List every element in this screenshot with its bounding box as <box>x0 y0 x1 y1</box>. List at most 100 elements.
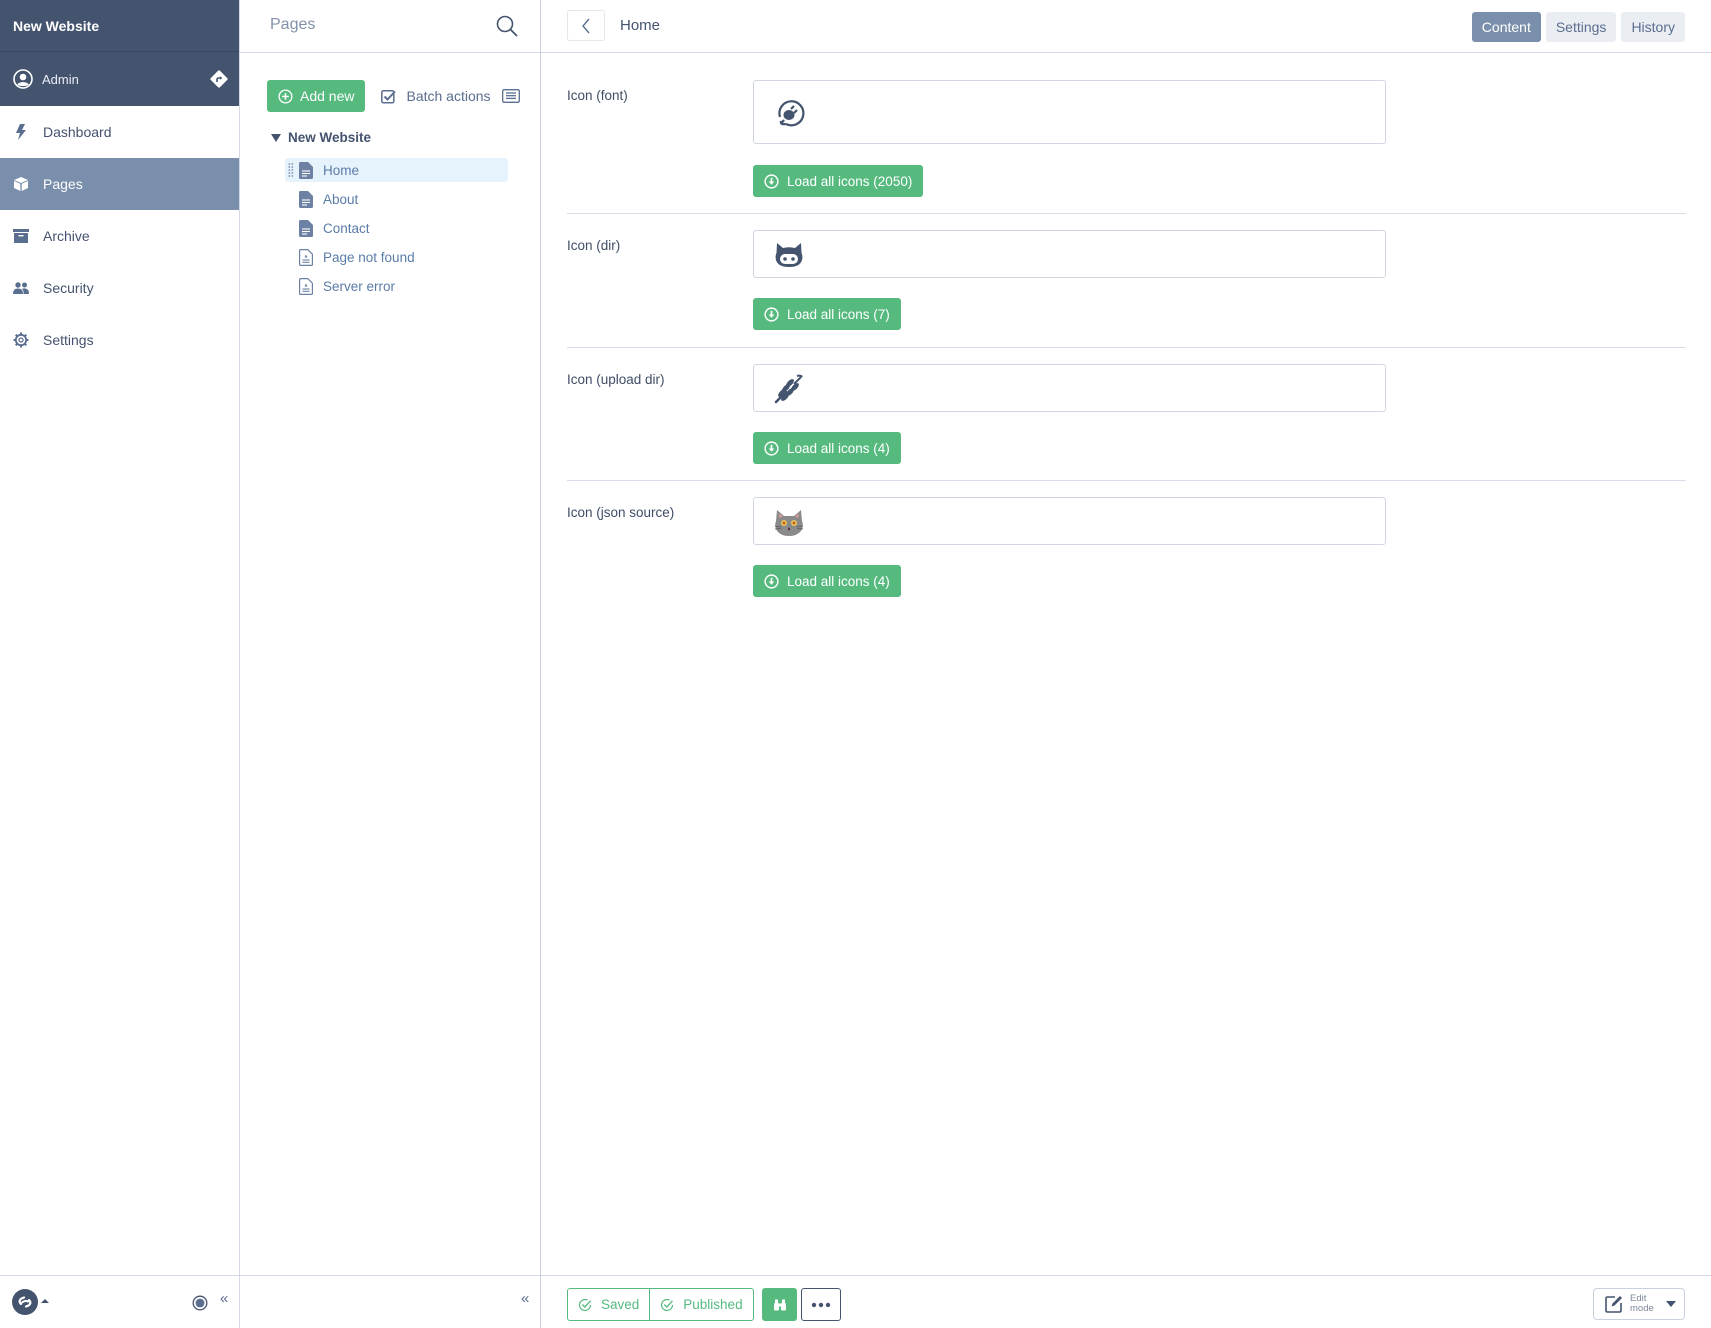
collapse-sidebar-icon[interactable]: « <box>220 1290 228 1307</box>
load-all-icons-label: Load all icons (2050) <box>787 173 913 189</box>
download-circle-icon <box>764 440 779 456</box>
plug-circle-icon <box>778 100 805 127</box>
content-header: Home Content Settings History <box>541 0 1711 53</box>
tab-history[interactable]: History <box>1621 12 1685 42</box>
edit-pen-icon <box>1605 1296 1622 1313</box>
cube-icon <box>13 176 29 192</box>
batch-actions-label: Batch actions <box>406 88 491 104</box>
tree-node-page-not-found[interactable]: Page not found <box>285 245 508 269</box>
tab-content[interactable]: Content <box>1471 12 1541 42</box>
back-button[interactable] <box>567 10 605 41</box>
field-label: Icon (json source) <box>567 505 675 520</box>
tree-node-label: About <box>323 191 359 207</box>
archive-box-icon <box>13 228 29 244</box>
field-divider <box>567 480 1686 481</box>
page-tree-header: Pages <box>240 0 540 53</box>
document-icon <box>299 219 313 237</box>
icon-picker-dir[interactable] <box>753 230 1386 278</box>
document-icon <box>299 190 313 208</box>
sidebar-footer: « <box>0 1275 240 1328</box>
download-circle-icon <box>764 173 779 189</box>
collapse-tree-icon[interactable]: « <box>521 1290 529 1307</box>
icon-picker-upload-dir[interactable] <box>753 364 1386 412</box>
record-circle-icon[interactable] <box>192 1295 208 1311</box>
grey-cat-emoji-icon <box>774 510 804 536</box>
main-sidebar: New Website Admin Dashboard Pages Archiv… <box>0 0 240 1328</box>
user-menu[interactable]: Admin <box>0 52 239 106</box>
load-all-icons-button[interactable]: Load all icons (4) <box>753 565 901 597</box>
field-label: Icon (dir) <box>567 238 621 253</box>
sidebar-item-label: Dashboard <box>43 124 112 140</box>
preview-button[interactable] <box>762 1288 797 1321</box>
load-all-icons-button[interactable]: Load all icons (7) <box>753 298 901 330</box>
sidebar-item-label: Archive <box>43 228 90 244</box>
field-divider <box>567 213 1686 214</box>
published-label: Published <box>683 1297 743 1312</box>
tree-node-label: Contact <box>323 220 370 236</box>
sidebar-item-security[interactable]: Security <box>0 262 239 314</box>
download-circle-icon <box>764 573 779 589</box>
add-new-button[interactable]: Add new <box>267 80 366 112</box>
load-all-icons-label: Load all icons (4) <box>787 573 890 589</box>
published-status[interactable]: Published <box>649 1289 752 1320</box>
page-tree-title: Pages <box>270 16 316 33</box>
sidebar-item-label: Security <box>43 280 94 296</box>
saved-status[interactable]: Saved <box>568 1289 649 1320</box>
document-icon <box>299 161 313 179</box>
caret-down-icon <box>1666 1301 1676 1307</box>
field-divider <box>567 347 1686 348</box>
page-tree-actions: Add new Batch actions <box>267 80 520 112</box>
tree-node-label: Page not found <box>323 249 415 265</box>
field-label: Icon (font) <box>567 88 628 103</box>
edit-mode-label: Edit mode <box>1630 1293 1654 1314</box>
tab-settings[interactable]: Settings <box>1545 12 1617 42</box>
sidebar-item-label: Settings <box>43 332 94 348</box>
add-new-label: Add new <box>300 88 355 104</box>
caret-up-icon[interactable] <box>41 1299 49 1303</box>
error-document-icon <box>299 277 313 295</box>
logout-diamond-icon[interactable] <box>209 69 229 89</box>
tree-node-about[interactable]: About <box>285 187 508 211</box>
load-all-icons-button[interactable]: Load all icons (2050) <box>753 165 924 197</box>
site-title[interactable]: New Website <box>0 0 239 52</box>
tree-root-label: New Website <box>288 130 372 145</box>
publish-status-group: Saved Published <box>567 1288 754 1321</box>
caret-down-icon[interactable] <box>271 133 281 142</box>
field-label: Icon (upload dir) <box>567 372 665 387</box>
tree-node-server-error[interactable]: Server error <box>285 274 508 298</box>
icon-picker-json-source[interactable] <box>753 497 1386 545</box>
check-circle-icon <box>661 1298 674 1311</box>
sidebar-item-dashboard[interactable]: Dashboard <box>0 106 239 158</box>
download-circle-icon <box>764 306 779 322</box>
sidebar-item-settings[interactable]: Settings <box>0 314 239 366</box>
content-area: Home Content Settings History Icon (font… <box>541 0 1711 1328</box>
load-all-icons-button[interactable]: Load all icons (4) <box>753 432 901 464</box>
checkbox-checked-icon <box>381 89 397 104</box>
tree-node-home[interactable]: Home <box>285 158 508 182</box>
users-icon <box>13 280 29 296</box>
load-all-icons-label: Load all icons (7) <box>787 306 890 322</box>
bolt-icon <box>13 124 29 140</box>
tree-root-node[interactable]: New Website <box>271 130 371 145</box>
edit-mode-selector[interactable]: Edit mode <box>1593 1288 1685 1320</box>
page-tree-footer: « <box>240 1275 540 1328</box>
tree-node-label: Server error <box>323 278 396 294</box>
sidebar-item-archive[interactable]: Archive <box>0 210 239 262</box>
icon-picker-font[interactable] <box>753 80 1386 144</box>
sidebar-item-pages[interactable]: Pages <box>0 158 239 210</box>
error-document-icon <box>299 248 313 266</box>
saved-label: Saved <box>601 1297 640 1312</box>
gear-icon <box>13 332 29 348</box>
tree-node-contact[interactable]: Contact <box>285 216 508 240</box>
page-tree-panel: Pages Add new Batch actions New Website … <box>240 0 541 1328</box>
list-view-icon[interactable] <box>501 89 520 103</box>
user-circle-icon <box>13 69 33 89</box>
neos-logo-icon[interactable] <box>12 1289 38 1315</box>
plus-circle-icon <box>278 88 293 104</box>
batch-actions-button[interactable]: Batch actions <box>381 88 520 104</box>
drag-handle-icon[interactable] <box>288 162 294 178</box>
search-icon[interactable] <box>496 15 518 37</box>
more-actions-button[interactable] <box>801 1288 841 1321</box>
breadcrumb: Home <box>620 17 661 34</box>
check-circle-icon <box>578 1298 592 1311</box>
